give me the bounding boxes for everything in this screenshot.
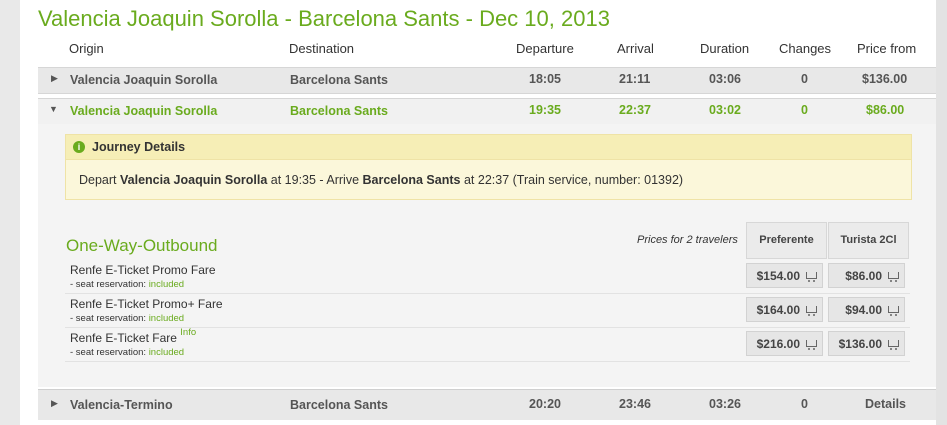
cart-icon (806, 272, 817, 282)
journey-departure: 20:20 (529, 397, 561, 411)
fare-name: Renfe E-Ticket Promo Fare (70, 263, 216, 277)
journey-departure: 18:05 (529, 72, 561, 86)
fare-name: Renfe E-Ticket Fare Info (70, 327, 197, 345)
journey-origin: Valencia Joaquin Sorolla (70, 104, 218, 118)
depart-prefix: Depart (79, 173, 117, 187)
fares-section-title: One-Way-Outbound (66, 236, 218, 255)
header-destination: Destination (289, 41, 355, 56)
journey-destination: Barcelona Sants (290, 73, 388, 87)
journey-details-text: Depart Valencia Joaquin Sorolla at 19:35… (79, 173, 683, 187)
journey-origin: Valencia-Termino (70, 398, 173, 412)
cart-icon (888, 306, 899, 316)
journey-changes: 0 (801, 72, 808, 86)
arrive-suffix: at 22:37 (Train service, number: 01392) (463, 173, 684, 187)
journey-details-box: i Journey Details Depart Valencia Joaqui… (65, 134, 912, 200)
journey-departure: 19:35 (529, 103, 561, 117)
price-button[interactable]: $94.00 (828, 297, 905, 322)
page-title: Valencia Joaquin Sorolla - Barcelona San… (38, 6, 610, 31)
arrive-station: Barcelona Sants (362, 173, 461, 187)
header-arrival: Arrival (617, 41, 654, 56)
info-link[interactable]: Info (180, 327, 196, 338)
header-duration: Duration (700, 41, 750, 56)
info-icon: i (73, 141, 85, 153)
price-button[interactable]: $154.00 (746, 263, 823, 288)
details-link[interactable]: Details (865, 397, 906, 411)
fare-row: Renfe E-Ticket Promo+ Fare - seat reserv… (65, 294, 910, 328)
seat-reservation: - seat reservation: included (70, 313, 185, 324)
cart-icon (888, 340, 899, 350)
collapse-arrow-icon[interactable]: ▼ (49, 104, 58, 114)
right-scroll-gutter (936, 0, 947, 425)
cart-icon (806, 340, 817, 350)
journey-duration: 03:06 (709, 72, 741, 86)
header-changes: Changes (779, 41, 832, 56)
journey-changes: 0 (801, 103, 808, 117)
journey-price: $86.00 (866, 103, 905, 117)
fare-row: Renfe E-Ticket Promo Fare - seat reserva… (65, 260, 910, 294)
class-header-preferente: Preferente (746, 222, 827, 259)
journey-destination: Barcelona Sants (290, 398, 388, 412)
journey-destination: Barcelona Sants (290, 104, 388, 118)
journey-duration: 03:26 (709, 397, 741, 411)
price-button[interactable]: $136.00 (828, 331, 905, 356)
price-button[interactable]: $86.00 (828, 263, 905, 288)
cart-icon (806, 306, 817, 316)
prices-for-label: Prices for 2 travelers (637, 234, 738, 246)
journey-price: $136.00 (862, 72, 908, 86)
seat-reservation: - seat reservation: included (70, 279, 185, 290)
journey-duration: 03:02 (709, 103, 741, 117)
expand-arrow-icon[interactable]: ▶ (51, 398, 58, 409)
header-price-from: Price from (857, 41, 917, 56)
journey-arrival: 23:46 (619, 397, 651, 411)
journey-details-header: i Journey Details (66, 135, 911, 160)
depart-time: at 19:35 - Arrive (270, 173, 360, 187)
expand-arrow-icon[interactable]: ▶ (51, 73, 58, 84)
left-gutter (0, 0, 20, 425)
journey-arrival: 22:37 (619, 103, 651, 117)
depart-station: Valencia Joaquin Sorolla (120, 173, 268, 187)
seat-reservation: - seat reservation: included (70, 347, 185, 358)
cart-icon (888, 272, 899, 282)
journey-changes: 0 (801, 397, 808, 411)
fare-name: Renfe E-Ticket Promo+ Fare (70, 297, 223, 311)
journey-details-title: Journey Details (92, 140, 186, 154)
price-button[interactable]: $164.00 (746, 297, 823, 322)
price-button[interactable]: $216.00 (746, 331, 823, 356)
header-departure: Departure (516, 41, 574, 56)
header-origin: Origin (69, 41, 104, 56)
class-header-turista: Turista 2Cl (828, 222, 909, 259)
journey-origin: Valencia Joaquin Sorolla (70, 73, 218, 87)
fare-row: Renfe E-Ticket Fare Info - seat reservat… (65, 327, 910, 362)
journey-arrival: 21:11 (619, 72, 651, 86)
